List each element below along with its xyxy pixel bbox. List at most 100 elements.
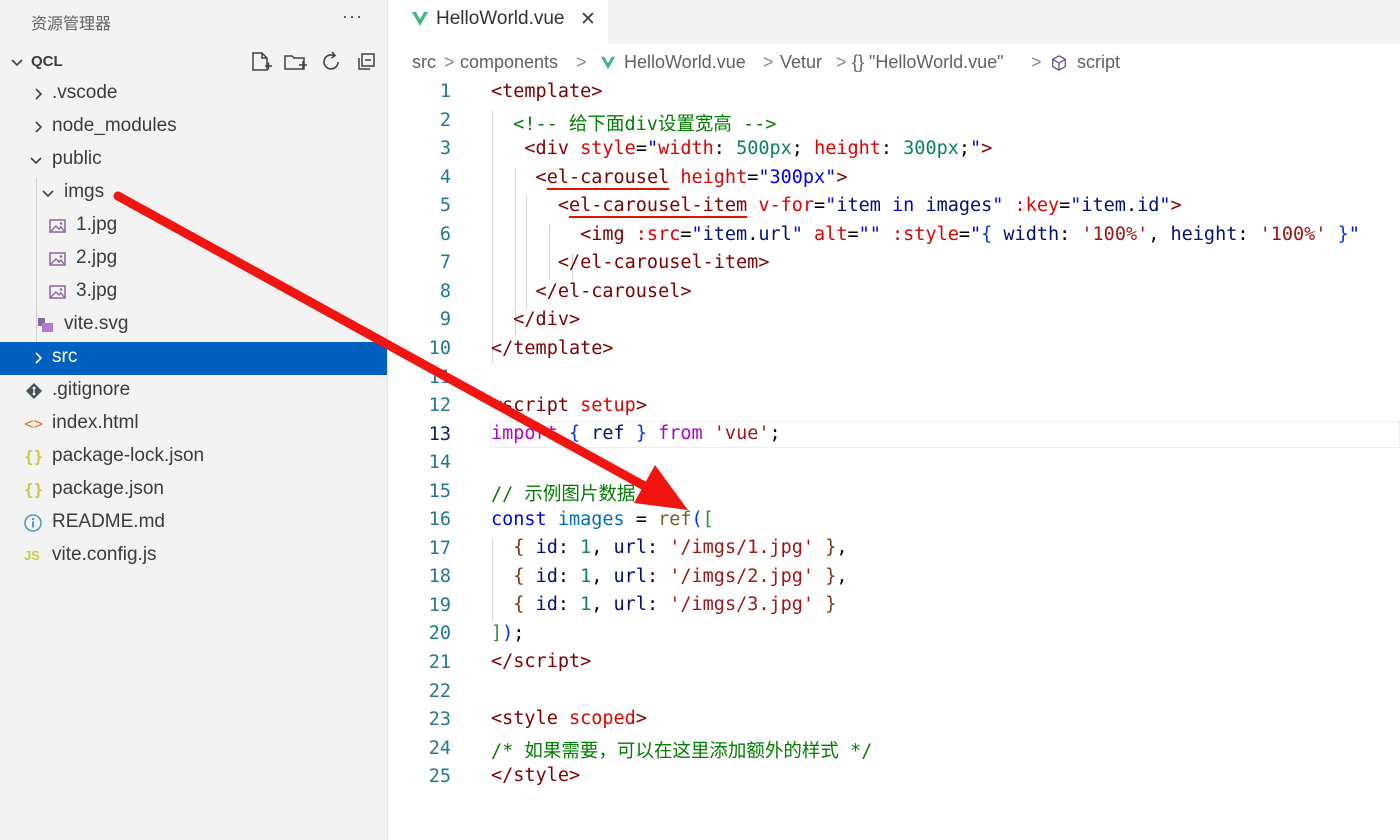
info-icon: [24, 514, 42, 532]
chevron-down-icon: [30, 157, 42, 165]
tree-item-label: README.md: [52, 511, 165, 532]
line-number: 11: [428, 367, 451, 388]
code-line: </style>: [491, 765, 581, 786]
tree-item-package-lock-json[interactable]: {} package-lock.json: [0, 441, 387, 474]
chevron-down-icon: [42, 190, 54, 198]
tab-label: HelloWorld.vue: [436, 8, 565, 29]
breadcrumb-item[interactable]: Vetur: [780, 52, 822, 73]
tree-item-label: 1.jpg: [76, 214, 118, 235]
tree-item-node-modules[interactable]: node_modules: [0, 111, 387, 144]
svg-file-icon: [38, 318, 53, 332]
tree-item-label: 2.jpg: [76, 247, 118, 268]
breadcrumb-item[interactable]: components: [460, 52, 558, 73]
line-number: 25: [428, 766, 451, 787]
cube-icon: [1052, 55, 1066, 71]
workspace-root-label: QCL: [31, 53, 63, 70]
breadcrumb-item[interactable]: HelloWorld.vue: [624, 52, 746, 73]
tree-item-package-json[interactable]: {} package.json: [0, 474, 387, 507]
line-number: 13: [428, 424, 451, 445]
tree-item-3-jpg[interactable]: 3.jpg: [0, 276, 387, 309]
tree-item-imgs[interactable]: imgs: [0, 177, 387, 210]
line-number: 19: [428, 595, 451, 616]
vue-file-icon: [412, 12, 428, 26]
breadcrumb-item[interactable]: script: [1077, 52, 1120, 73]
explorer-title: 资源管理器: [31, 14, 112, 33]
refresh-icon[interactable]: [318, 49, 344, 75]
code-line: <div style="width: 500px; height: 300px;…: [491, 138, 993, 159]
close-icon[interactable]: ✕: [580, 8, 596, 31]
code-line: ]);: [491, 623, 525, 644]
breadcrumb: src > components > HelloWorld.vue > Vetu…: [388, 44, 1400, 80]
code-line: <!-- 给下面div设置宽高 -->: [491, 114, 777, 135]
tree-item-vite-config-js[interactable]: JS vite.config.js: [0, 540, 387, 573]
line-number: 17: [428, 538, 451, 559]
code-line: </template>: [491, 338, 614, 359]
tree-item-gitignore[interactable]: .gitignore: [0, 375, 387, 408]
tree-item-2-jpg[interactable]: 2.jpg: [0, 243, 387, 276]
tree-item-label: node_modules: [52, 115, 177, 136]
breadcrumb-separator: >: [444, 52, 455, 72]
code-line: { id: 1, url: '/imgs/3.jpg' }: [513, 594, 837, 615]
new-folder-icon[interactable]: [282, 49, 308, 75]
line-number: 10: [428, 338, 451, 359]
explorer-sidebar: 资源管理器 ··· QCL .vscode node_modules publi…: [0, 0, 388, 840]
line-number: 22: [428, 681, 451, 702]
line-number: 4: [439, 167, 451, 188]
breadcrumb-item[interactable]: src: [412, 52, 436, 73]
more-actions-icon[interactable]: ···: [342, 6, 363, 27]
tree-item-label: .gitignore: [52, 379, 131, 400]
breadcrumb-item[interactable]: {} "HelloWorld.vue": [852, 52, 1004, 73]
tree-item-label: vite.config.js: [52, 544, 157, 565]
code-line: <el-carousel-item v-for="item in images"…: [491, 195, 1182, 216]
line-number: 12: [428, 395, 451, 416]
code-editor[interactable]: 1 2 3 4 5 6 7 8 9 10 11 12 13 14 15 16 17 18 19 20 21 22 23 24 2…: [388, 80, 1400, 840]
editor-tab-bar: HelloWorld.vue ✕: [388, 0, 1400, 44]
code-line: <script setup>: [491, 395, 647, 416]
line-number: 24: [428, 738, 451, 759]
explorer-header: 资源管理器 ···: [0, 0, 388, 38]
tree-item-vite-svg[interactable]: vite.svg: [0, 309, 387, 342]
html-file-icon: <>: [24, 414, 44, 433]
chevron-down-icon: [11, 59, 23, 67]
js-file-icon: JS: [24, 548, 40, 563]
code-line: </el-carousel>: [491, 281, 692, 302]
breadcrumb-separator: >: [763, 52, 774, 72]
line-number: 9: [439, 309, 451, 330]
tree-item-public[interactable]: public: [0, 144, 387, 177]
line-number: 3: [439, 138, 451, 159]
code-line: </div>: [491, 309, 581, 330]
code-line: /* 如果需要，可以在这里添加额外的样式 */: [491, 741, 873, 762]
workspace-root[interactable]: QCL: [0, 45, 388, 78]
breadcrumb-separator: >: [836, 52, 847, 72]
tree-item-label: public: [52, 148, 102, 169]
line-number: 15: [428, 481, 451, 502]
code-line: const images = ref([: [491, 509, 714, 530]
tree-item-index-html[interactable]: <> index.html: [0, 408, 387, 441]
line-number: 21: [428, 652, 451, 673]
line-number: 23: [428, 709, 451, 730]
new-file-icon[interactable]: [247, 49, 273, 75]
image-file-icon: [49, 285, 66, 299]
tree-item-src[interactable]: src: [0, 342, 387, 375]
chevron-right-icon: [35, 121, 43, 133]
code-line: // 示例图片数据: [491, 484, 636, 505]
line-number: 5: [439, 195, 451, 216]
line-number: 14: [428, 452, 451, 473]
tree-item-label: .vscode: [52, 82, 118, 103]
tree-item-readme-md[interactable]: README.md: [0, 507, 387, 540]
breadcrumb-separator: >: [576, 52, 587, 72]
image-file-icon: [49, 219, 66, 233]
collapse-all-icon[interactable]: [354, 49, 380, 75]
line-number: 7: [439, 252, 451, 273]
tree-item-label: index.html: [52, 412, 139, 433]
tree-item-vscode[interactable]: .vscode: [0, 78, 387, 111]
line-number: 18: [428, 566, 451, 587]
tree-item-1-jpg[interactable]: 1.jpg: [0, 210, 387, 243]
line-number: 6: [439, 224, 451, 245]
chevron-right-icon: [35, 352, 43, 364]
tab-helloworld-vue[interactable]: HelloWorld.vue ✕: [388, 0, 608, 44]
tree-item-label: src: [52, 346, 78, 367]
code-line: <el-carousel height="300px">: [491, 167, 848, 188]
code-line: import { ref } from 'vue';: [491, 423, 781, 444]
vue-file-icon: [600, 56, 616, 70]
